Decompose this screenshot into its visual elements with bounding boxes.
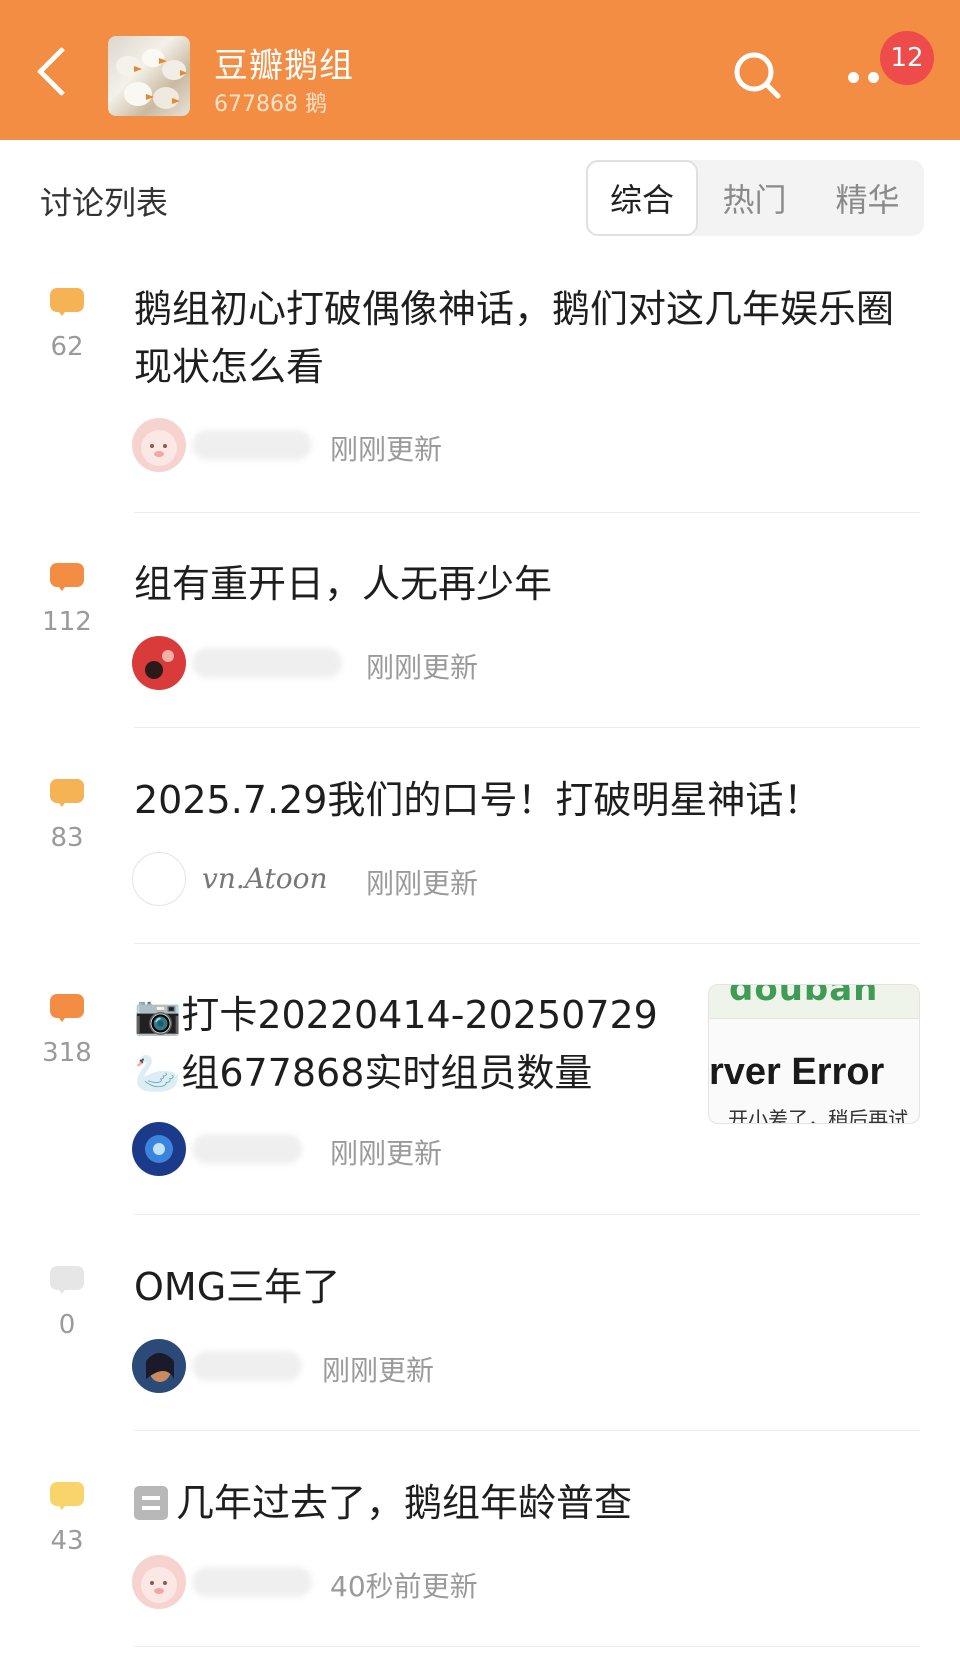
divider [134,1214,920,1215]
douban-logo: douban [729,984,879,1009]
comment-count: 62 [50,332,84,362]
user-avatar[interactable] [132,1339,186,1393]
post-title[interactable]: 组有重开日，人无再少年 [134,555,914,613]
username-blurred [192,1134,302,1164]
notification-badge[interactable]: 12 [880,31,934,85]
divider [134,943,920,944]
tab-comprehensive[interactable]: 综合 [586,160,698,236]
comment-icon [50,994,84,1024]
user-avatar[interactable] [132,1555,186,1609]
update-time: 刚刚更新 [366,651,479,684]
post-title[interactable]: 鹅组初心打破偶像神话，鹅们对这几年娱乐圈现状怎么看 [134,280,914,396]
user-avatar[interactable] [132,418,186,472]
discussion-list-title: 讨论列表 [40,184,169,222]
search-icon[interactable] [730,48,786,104]
thumbnail-fragment: ...开小差了，稍后再试 [709,1107,909,1124]
sort-tabs: 综合 热门 精华 [586,160,924,236]
document-icon [134,1486,168,1520]
post-meta: 40秒前更新 [132,1555,692,1611]
user-avatar[interactable] [132,852,186,906]
comment-icon [50,288,84,318]
comment-icon [50,1482,84,1512]
update-time: 刚刚更新 [322,1354,435,1387]
user-avatar[interactable] [132,636,186,690]
post-meta: 刚刚更新 [132,636,692,692]
update-time: 40秒前更新 [330,1570,478,1603]
comment-count: 43 [50,1526,84,1556]
member-count: 677868 鹅 [214,92,327,117]
divider [134,727,920,728]
group-name[interactable]: 豆瓣鹅组 [214,38,354,87]
post-meta: 刚刚更新 [132,1339,692,1395]
post-title-line1[interactable]: 📷打卡20220414-20250729 [134,986,694,1044]
group-avatar[interactable] [108,36,190,116]
comment-count: 83 [50,823,84,853]
post-meta: 刚刚更新 [132,1122,692,1178]
comment-count: 112 [42,607,92,637]
top-bar: 豆瓣鹅组 677868 鹅 12 [0,0,960,140]
post-title[interactable]: OMG三年了 [134,1258,914,1316]
divider [134,1430,920,1431]
post-title[interactable]: 2025.7.29我们的口号！打破明星神话！ [134,771,914,829]
username-blurred [192,1351,302,1381]
post-meta: vn.Atoon 刚刚更新 [132,852,692,908]
comment-icon [50,779,84,809]
thumbnail-header: douban [709,984,919,1019]
comment-icon [50,1266,84,1296]
comment-count: 318 [42,1038,92,1068]
username[interactable]: vn.Atoon [202,862,327,895]
post-title: 几年过去了，鹅组年龄普查 [176,1481,633,1525]
update-time: 刚刚更新 [366,867,479,900]
divider [134,1646,920,1647]
geese-image [116,49,187,109]
back-icon[interactable] [30,42,80,102]
post-title-row[interactable]: 几年过去了，鹅组年龄普查 [134,1474,914,1532]
tab-featured[interactable]: 精华 [811,160,924,236]
user-avatar[interactable] [132,1122,186,1176]
post-thumbnail[interactable]: douban rver Error ...开小差了，稍后再试 [708,984,920,1124]
divider [134,512,920,513]
update-time: 刚刚更新 [330,1137,443,1170]
username-blurred [192,430,312,460]
username-blurred [192,1567,312,1597]
comment-icon [50,563,84,593]
comment-count: 0 [58,1310,76,1340]
post-meta: 刚刚更新 [132,418,692,474]
tab-hot[interactable]: 热门 [698,160,811,236]
thumbnail-error-text: rver Error [709,1051,885,1093]
post-title-line2[interactable]: 🦢组677868实时组员数量 [134,1044,694,1102]
username-blurred [192,648,342,678]
update-time: 刚刚更新 [330,433,443,466]
